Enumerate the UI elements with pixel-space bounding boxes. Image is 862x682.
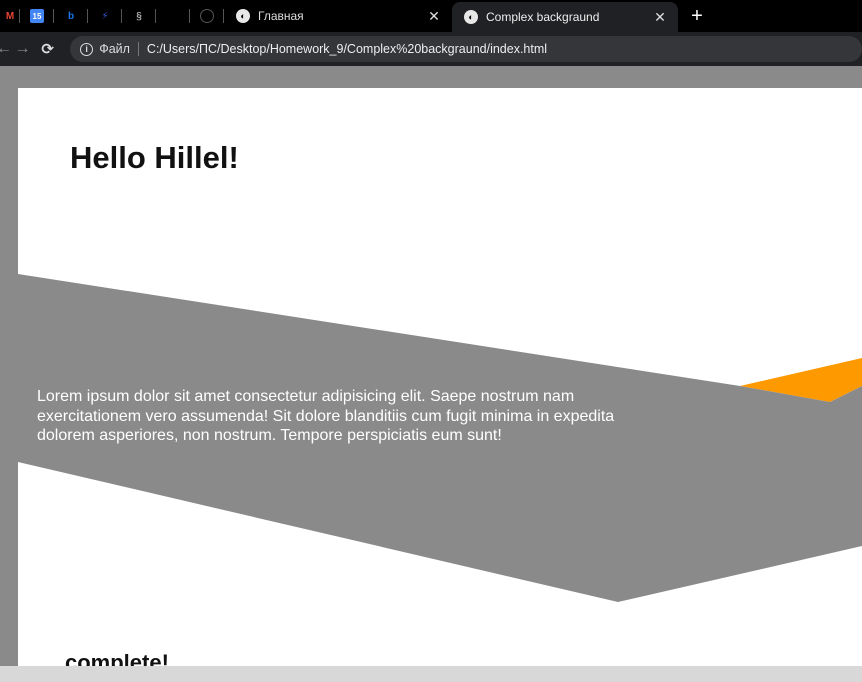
address-bar[interactable]: i Файл C:/Users/ПС/Desktop/Homework_9/Co…: [70, 36, 862, 62]
pinned-tab-gmail[interactable]: M: [0, 0, 20, 32]
pinned-tab-github[interactable]: [190, 0, 224, 32]
globe-icon: ◐: [464, 10, 478, 24]
github-icon: [200, 9, 214, 23]
app-icon: b: [67, 10, 75, 22]
security-label: Файл: [99, 42, 130, 56]
page-viewport: Hello Hillel! Lorem ipsum dolor sit amet…: [0, 66, 862, 666]
footer-heading: complete!: [65, 650, 169, 666]
pinned-tabs: M 15 b ⚡ §: [0, 0, 224, 32]
reload-icon[interactable]: ⟳: [35, 40, 60, 58]
page-title: Hello Hillel!: [70, 140, 239, 175]
pinned-tab-blank[interactable]: [156, 0, 190, 32]
calendar-icon: 15: [30, 9, 44, 23]
lightning-icon: ⚡: [101, 10, 109, 22]
back-icon[interactable]: ←: [0, 40, 12, 58]
gmail-icon: M: [5, 10, 15, 22]
tab-home[interactable]: ◐ Главная ✕: [224, 0, 452, 32]
tab-title: Главная: [258, 9, 304, 23]
pinned-tab-app[interactable]: b: [54, 0, 88, 32]
tab-title: Complex backgraund: [486, 10, 600, 24]
pinned-tab-lightning[interactable]: ⚡: [88, 0, 122, 32]
tab-strip: M 15 b ⚡ § ◐ Главная ✕ ◐ Complex backgra…: [0, 0, 862, 32]
tab-complex-background[interactable]: ◐ Complex backgraund ✕: [452, 2, 678, 32]
close-icon[interactable]: ✕: [426, 8, 442, 25]
body-paragraph: Lorem ipsum dolor sit amet consectetur a…: [37, 388, 615, 444]
info-icon[interactable]: i: [80, 42, 94, 56]
script-icon: §: [136, 10, 142, 22]
url-text[interactable]: C:/Users/ПС/Desktop/Homework_9/Complex%2…: [147, 42, 547, 56]
forward-icon[interactable]: →: [10, 40, 35, 58]
page-body: Hello Hillel! Lorem ipsum dolor sit amet…: [18, 88, 862, 666]
browser-toolbar: ← → ⟳ i Файл C:/Users/ПС/Desktop/Homewor…: [0, 32, 862, 66]
blank-icon: [166, 9, 180, 23]
horizontal-scrollbar[interactable]: [0, 666, 862, 682]
new-tab-button[interactable]: +: [682, 5, 712, 28]
pinned-tab-script[interactable]: §: [122, 0, 156, 32]
close-icon[interactable]: ✕: [652, 9, 668, 26]
globe-icon: ◐: [236, 9, 250, 23]
divider: [137, 42, 139, 56]
pinned-tab-calendar[interactable]: 15: [20, 0, 54, 32]
